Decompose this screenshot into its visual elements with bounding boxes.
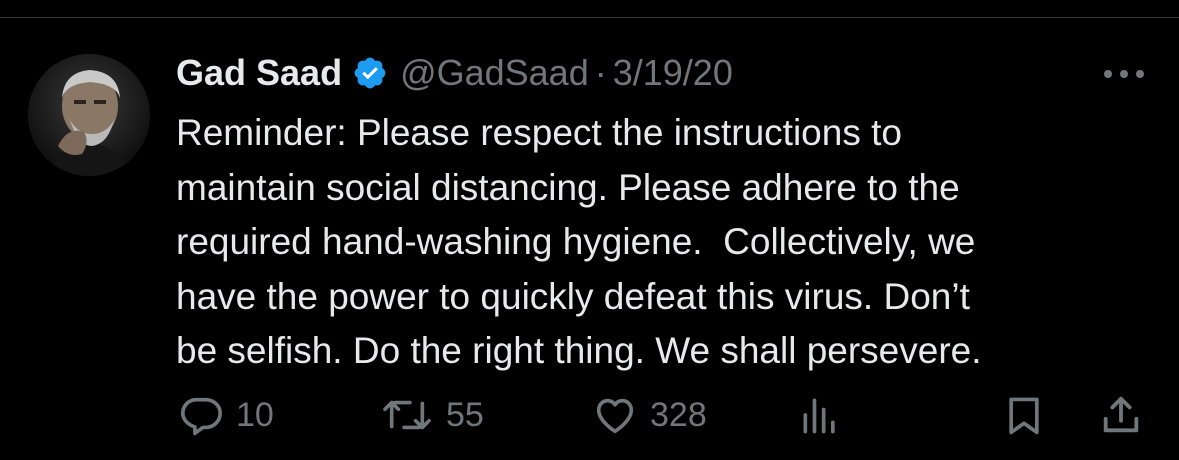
verified-badge-icon bbox=[352, 55, 388, 91]
views-icon bbox=[798, 392, 842, 438]
reply-count: 10 bbox=[236, 395, 274, 434]
like-button[interactable]: 328 bbox=[592, 390, 707, 440]
separator-dot: · bbox=[594, 52, 607, 93]
tweet-text: Reminder: Please respect the instruction… bbox=[176, 112, 982, 371]
action-bar: 10 55 328 bbox=[0, 390, 1179, 440]
tweet-header: Gad Saad @GadSaad · 3/19/20 bbox=[176, 48, 733, 98]
tweet-date[interactable]: 3/19/20 bbox=[613, 52, 733, 94]
bookmark-icon bbox=[1002, 392, 1046, 438]
like-count: 328 bbox=[650, 395, 707, 434]
display-name[interactable]: Gad Saad bbox=[176, 52, 342, 94]
more-horizontal-icon[interactable] bbox=[1100, 60, 1150, 88]
heart-icon bbox=[592, 392, 638, 438]
repost-count: 55 bbox=[446, 395, 484, 434]
user-handle[interactable]: @GadSaad bbox=[400, 52, 589, 94]
repost-icon bbox=[380, 392, 434, 438]
reply-button[interactable]: 10 bbox=[178, 390, 274, 440]
avatar[interactable] bbox=[28, 54, 150, 176]
share-button[interactable] bbox=[1098, 390, 1144, 440]
repost-button[interactable]: 55 bbox=[380, 390, 484, 440]
views-button[interactable] bbox=[798, 390, 842, 440]
reply-icon bbox=[178, 392, 224, 438]
bookmark-button[interactable] bbox=[1002, 390, 1046, 440]
share-icon bbox=[1098, 392, 1144, 438]
top-divider bbox=[0, 17, 1179, 18]
